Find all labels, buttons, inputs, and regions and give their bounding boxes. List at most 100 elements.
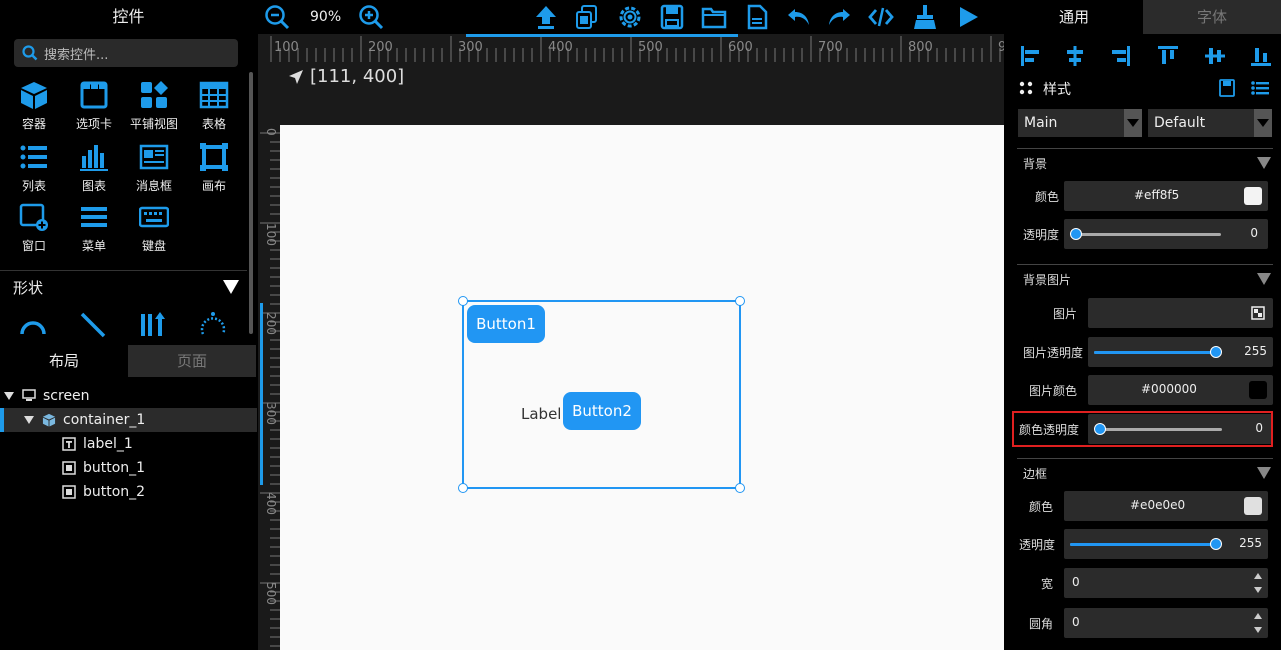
tab-layout[interactable]: 布局 xyxy=(0,345,128,377)
button-icon xyxy=(62,485,76,499)
bar-chart-icon xyxy=(80,145,108,171)
save-icon[interactable] xyxy=(659,4,685,30)
color-swatch[interactable] xyxy=(1249,381,1267,399)
image-picker-icon[interactable] xyxy=(1251,306,1265,320)
clean-brush-icon[interactable] xyxy=(912,4,938,30)
widget-scrollbar[interactable] xyxy=(249,72,253,334)
tree-item-label-1[interactable]: label_1 xyxy=(0,432,257,456)
slider-knob[interactable] xyxy=(1210,538,1222,550)
image-opacity-slider[interactable]: 255 xyxy=(1088,337,1273,367)
widget-container[interactable]: 容器 xyxy=(4,80,64,136)
state-select[interactable]: Default xyxy=(1148,109,1272,137)
bg-color-field[interactable]: #eff8f5 xyxy=(1064,181,1268,211)
prop-bg-opacity: 透明度 0 xyxy=(1005,219,1281,249)
canvas-label-1[interactable]: Label xyxy=(521,405,561,423)
tab-pages[interactable]: 页面 xyxy=(128,345,256,377)
section-background[interactable]: 背景 xyxy=(1017,148,1273,176)
arc-icon[interactable] xyxy=(18,310,48,338)
style-header: 样式 xyxy=(1019,78,1274,100)
border-width-input[interactable]: 0 xyxy=(1064,568,1268,598)
code-icon[interactable] xyxy=(868,4,894,30)
zoom-out-icon[interactable] xyxy=(264,4,290,30)
expand-triangle-icon[interactable] xyxy=(24,416,34,424)
slider-knob[interactable] xyxy=(1070,228,1082,240)
tree-item-screen[interactable]: screen xyxy=(0,384,257,408)
shapes-header[interactable]: 形状 xyxy=(0,270,247,304)
border-opacity-slider[interactable]: 255 xyxy=(1064,529,1268,559)
spinner-arrows-icon[interactable] xyxy=(1252,610,1264,636)
part-select[interactable]: Main xyxy=(1018,109,1142,137)
widget-chart[interactable]: 图表 xyxy=(64,142,124,198)
settings-gear-icon[interactable] xyxy=(617,4,643,30)
align-center-v-icon[interactable] xyxy=(1203,44,1227,68)
image-color-field[interactable]: #000000 xyxy=(1088,375,1273,405)
widget-tabview[interactable]: 选项卡 xyxy=(64,80,124,136)
widget-canvas[interactable]: 画布 xyxy=(184,142,244,198)
color-swatch[interactable] xyxy=(1244,497,1262,515)
vertical-ruler: 0 100 200 300 400 500 xyxy=(258,125,280,650)
slider-fill xyxy=(1094,351,1216,354)
widget-menu[interactable]: 菜单 xyxy=(64,202,124,258)
canvas-button-1[interactable]: Button1 xyxy=(467,305,545,343)
container-1-selection[interactable]: Button1 Label Button2 xyxy=(458,296,745,493)
radius-input[interactable]: 0 xyxy=(1064,608,1268,638)
tree-item-container-1[interactable]: container_1 xyxy=(0,408,257,432)
color-swatch[interactable] xyxy=(1244,187,1262,205)
tab-general[interactable]: 通用 xyxy=(1005,0,1143,34)
ruler-label: 400 xyxy=(548,40,573,55)
undo-icon[interactable] xyxy=(786,4,812,30)
canvas-button-2[interactable]: Button2 xyxy=(563,392,641,430)
slider-knob[interactable] xyxy=(1210,346,1222,358)
ruler-ticks xyxy=(260,132,280,647)
border-width-value: 0 xyxy=(1072,575,1080,589)
section-title: 背景 xyxy=(1023,157,1048,171)
bg-opacity-slider[interactable]: 0 xyxy=(1064,219,1268,249)
dropdown-button[interactable] xyxy=(1254,109,1272,137)
ruler-label: 100 xyxy=(264,223,278,246)
tree-item-button-1[interactable]: button_1 xyxy=(0,456,257,480)
copy-icon[interactable] xyxy=(574,4,600,30)
align-right-icon[interactable] xyxy=(1108,44,1132,68)
spinner-icon[interactable] xyxy=(198,310,228,338)
line-icon[interactable] xyxy=(78,310,108,338)
align-left-icon[interactable] xyxy=(1019,44,1043,68)
align-center-h-icon[interactable] xyxy=(1063,44,1087,68)
align-top-icon[interactable] xyxy=(1156,44,1180,68)
section-background-image[interactable]: 背景图片 xyxy=(1017,264,1273,292)
resize-handle[interactable] xyxy=(735,483,745,493)
tree-item-button-2[interactable]: button_2 xyxy=(0,480,257,504)
resize-handle[interactable] xyxy=(458,296,468,306)
image-field[interactable] xyxy=(1088,298,1273,328)
section-border[interactable]: 边框 xyxy=(1017,458,1273,486)
widget-tileview[interactable]: 平铺视图 xyxy=(124,80,184,136)
list-view-icon[interactable] xyxy=(1251,80,1269,96)
search-input[interactable]: 搜索控件... xyxy=(14,39,238,67)
design-canvas[interactable]: Button1 Label Button2 xyxy=(280,125,1004,650)
ruler-label: 300 xyxy=(264,402,278,425)
widget-window[interactable]: 窗口 xyxy=(4,202,64,258)
tab-font[interactable]: 字体 xyxy=(1143,0,1281,34)
document-icon[interactable] xyxy=(744,4,770,30)
widget-list[interactable]: 列表 xyxy=(4,142,64,198)
widget-label: 图表 xyxy=(81,179,106,193)
border-color-field[interactable]: #e0e0e0 xyxy=(1064,491,1268,521)
widget-msgbox[interactable]: 消息框 xyxy=(124,142,184,198)
folder-icon[interactable] xyxy=(701,4,727,30)
expand-triangle-icon[interactable] xyxy=(4,392,14,400)
zoom-in-icon[interactable] xyxy=(358,4,384,30)
redo-icon[interactable] xyxy=(826,4,852,30)
widget-table[interactable]: 表格 xyxy=(184,80,244,136)
resize-handle[interactable] xyxy=(735,296,745,306)
spinner-arrows-icon[interactable] xyxy=(1252,570,1264,596)
widget-keyboard[interactable]: 键盘 xyxy=(124,202,184,258)
play-icon[interactable] xyxy=(955,4,981,30)
dropdown-button[interactable] xyxy=(1124,109,1142,137)
ruler-label: 700 xyxy=(818,40,843,55)
prop-label: 宽 xyxy=(1040,577,1053,591)
align-bottom-icon[interactable] xyxy=(1249,44,1273,68)
upload-icon[interactable] xyxy=(533,4,559,30)
resize-handle[interactable] xyxy=(458,483,468,493)
save-style-icon[interactable] xyxy=(1219,79,1235,97)
ruler-label: 300 xyxy=(458,40,483,55)
bar-icon[interactable] xyxy=(138,310,168,338)
